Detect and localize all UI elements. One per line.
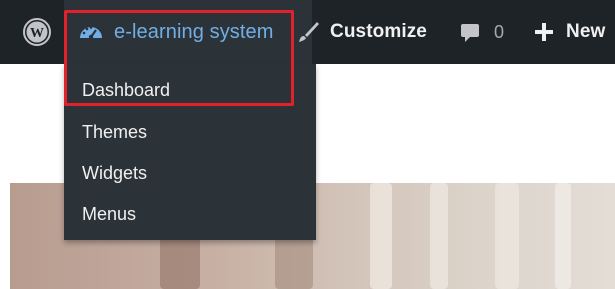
svg-text:W: W [30,26,44,41]
wp-logo-button[interactable]: W [18,0,56,64]
site-name-dropdown: Dashboard Themes Widgets Menus [64,64,316,240]
customize-button[interactable]: Customize [296,0,427,64]
menu-item-widgets[interactable]: Widgets [64,153,316,193]
menu-item-themes[interactable]: Themes [64,112,316,152]
dashboard-gauge-icon [80,26,102,40]
customize-label: Customize [330,21,427,42]
site-name-menu[interactable]: e-learning system [64,0,312,64]
screen: W e-learning system Customize 0 New Dash… [0,0,615,289]
admin-bar: W e-learning system Customize 0 New [0,0,615,64]
wordpress-logo-icon: W [23,18,51,46]
comment-bubble-icon [461,24,479,42]
new-content-button[interactable]: New [534,0,605,64]
paintbrush-icon [299,22,319,42]
comments-count: 0 [494,21,505,42]
site-name-label: e-learning system [114,20,274,43]
plus-icon [535,23,553,41]
new-label: New [566,21,606,42]
menu-item-dashboard[interactable]: Dashboard [64,70,316,110]
comments-button[interactable]: 0 [458,0,504,64]
menu-item-menus[interactable]: Menus [64,194,316,234]
